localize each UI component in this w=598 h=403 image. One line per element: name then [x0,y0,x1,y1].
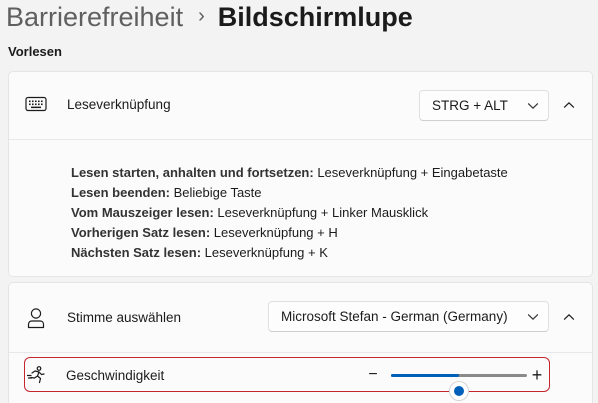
shortcut-value: Leseverknüpfung + K [201,245,328,260]
shortcut-value: Leseverknüpfung + Linker Mausklick [213,205,429,220]
speed-increase-button[interactable]: + [529,365,545,385]
slider-thumb[interactable] [449,381,469,401]
running-person-icon [25,364,47,386]
shortcut-key-label: Vom Mauszeiger lesen: [71,205,214,220]
speed-slider[interactable]: − + [368,358,547,401]
shortcut-key-label: Nächsten Satz lesen: [71,245,202,260]
voice-select-dropdown[interactable]: Microsoft Stefan - German (Germany) [268,301,549,332]
list-item: Lesen beenden: Beliebige Taste [71,183,508,203]
chevron-down-icon [518,102,548,110]
list-item: Vorherigen Satz lesen: Leseverknüpfung +… [71,223,508,243]
speed-decrease-button[interactable]: − [365,366,381,384]
breadcrumb: Barrierefreiheit › Bildschirmlupe [6,0,413,34]
list-item: Vom Mauszeiger lesen: Leseverknüpfung + … [71,203,508,223]
slider-track[interactable] [391,374,527,401]
reading-shortcut-dropdown-value: STRG + ALT [432,98,508,113]
speed-label: Geschwindigkeit [66,368,165,383]
shortcut-key-label: Lesen beenden: [71,185,170,200]
voice-select-label: Stimme auswählen [67,310,182,325]
section-label-vorlesen: Vorlesen [8,44,62,59]
page-title: Bildschirmlupe [217,1,413,32]
speed-row: Geschwindigkeit − + [24,357,550,401]
chevron-down-icon [518,313,548,321]
reading-shortcut-label: Leseverknüpfung [67,97,171,112]
shortcut-key-label: Vorherigen Satz lesen: [71,225,211,240]
breadcrumb-separator: › [198,4,205,27]
card-divider [9,352,592,353]
keyboard-icon [25,94,47,114]
shortcut-list: Lesen starten, anhalten und fortsetzen: … [71,163,508,263]
card-divider [9,139,592,140]
collapse-voice-card-button[interactable] [552,300,586,334]
chevron-up-icon [563,308,575,326]
reading-shortcut-card: Leseverknüpfung STRG + ALT Lesen starten… [8,71,593,277]
shortcut-value: Leseverknüpfung + H [210,225,338,240]
reading-shortcut-dropdown[interactable]: STRG + ALT [419,90,549,121]
person-icon [25,306,47,330]
collapse-shortcut-card-button[interactable] [552,88,586,122]
breadcrumb-parent-link[interactable]: Barrierefreiheit [6,2,183,33]
shortcut-value: Beliebige Taste [169,185,262,200]
voice-select-dropdown-value: Microsoft Stefan - German (Germany) [281,309,508,324]
slider-fill [391,374,459,377]
list-item: Lesen starten, anhalten und fortsetzen: … [71,163,508,183]
shortcut-key-label: Lesen starten, anhalten und fortsetzen: [71,165,314,180]
list-item: Nächsten Satz lesen: Leseverknüpfung + K [71,243,508,263]
shortcut-value: Leseverknüpfung + Eingabetaste [313,165,508,180]
chevron-up-icon [563,96,575,114]
